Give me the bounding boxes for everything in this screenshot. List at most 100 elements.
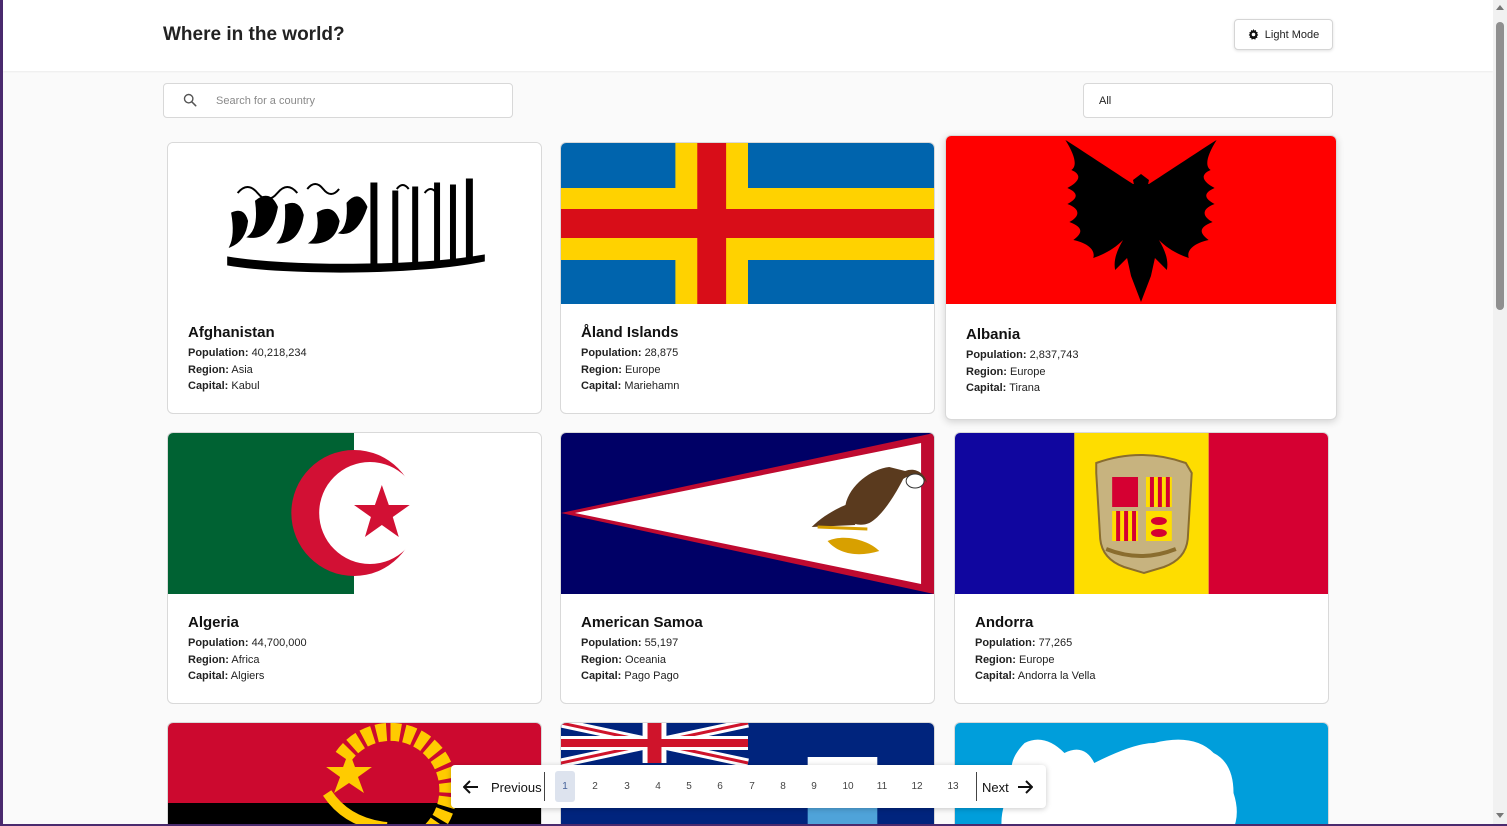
scrollbar-thumb[interactable] — [1496, 22, 1504, 310]
card-info: American Samoa Population: 55,197 Region… — [581, 614, 922, 685]
country-name: Albania — [966, 326, 1021, 343]
page-button-6[interactable]: 6 — [710, 771, 730, 802]
capital-line: Capital: Kabul — [188, 378, 529, 395]
pager-divider — [544, 772, 545, 801]
region-line: Region: Asia — [188, 362, 529, 379]
card-info: Åland Islands Population: 28,875 Region:… — [581, 324, 922, 395]
andorra-flag — [955, 433, 1328, 594]
scroll-up-arrow-icon[interactable] — [1496, 5, 1504, 10]
page-button-12[interactable]: 12 — [907, 771, 927, 802]
next-page-button[interactable]: Next — [982, 772, 1033, 802]
search-input[interactable] — [216, 84, 506, 117]
country-name: Åland Islands — [581, 324, 679, 341]
aland-islands-flag — [561, 143, 934, 304]
pagination-bar: Previous 1 2 3 4 5 6 7 8 9 10 11 12 13 N… — [451, 765, 1046, 808]
population-value: 44,700,000 — [251, 637, 307, 649]
capital-label: Capital: — [188, 670, 229, 682]
region-value: Asia — [231, 363, 253, 376]
page-button-5[interactable]: 5 — [679, 771, 699, 802]
region-label: Region: — [188, 653, 229, 666]
country-card-aland-islands[interactable]: Åland Islands Population: 28,875 Region:… — [560, 142, 935, 414]
card-info: Afghanistan Population: 40,218,234 Regio… — [188, 324, 529, 395]
region-line: Region: Europe — [975, 652, 1316, 669]
population-value: 77,265 — [1038, 637, 1073, 649]
search-icon — [183, 93, 197, 107]
region-value: Europe — [625, 363, 661, 376]
region-label: Region: — [975, 653, 1016, 666]
region-value: Europe — [1019, 653, 1055, 666]
population-label: Population: — [975, 637, 1036, 649]
region-label: Region: — [188, 363, 229, 376]
capital-line: Capital: Algiers — [188, 668, 529, 685]
country-name: Andorra — [975, 614, 1034, 631]
page-button-10[interactable]: 10 — [838, 771, 858, 802]
window-frame-left — [0, 0, 3, 826]
country-name: American Samoa — [581, 614, 703, 631]
region-line: Region: Africa — [188, 652, 529, 669]
capital-value: Algiers — [230, 670, 265, 682]
page-button-2[interactable]: 2 — [585, 771, 605, 802]
population-value: 55,197 — [644, 637, 679, 649]
region-value: Oceania — [625, 653, 666, 666]
capital-value: Tirana — [1009, 382, 1040, 394]
search-box[interactable] — [163, 83, 513, 118]
page-button-7[interactable]: 7 — [742, 771, 762, 802]
pager-divider — [976, 772, 977, 801]
theme-toggle-label: Light Mode — [1264, 28, 1320, 41]
top-header: Where in the world? Light Mode — [3, 0, 1493, 71]
capital-value: Mariehamn — [624, 380, 680, 392]
capital-label: Capital: — [188, 380, 229, 392]
country-card-american-samoa[interactable]: American Samoa Population: 55,197 Region… — [560, 432, 935, 704]
population-label: Population: — [188, 637, 249, 649]
page-button-8[interactable]: 8 — [773, 771, 793, 802]
population-label: Population: — [966, 349, 1027, 361]
region-filter-select[interactable]: All — [1083, 83, 1333, 118]
capital-label: Capital: — [966, 382, 1007, 394]
arrow-left-icon — [463, 780, 478, 794]
previous-page-button[interactable]: Previous — [463, 772, 542, 802]
page-button-11[interactable]: 11 — [872, 771, 892, 802]
region-label: Region: — [581, 363, 622, 376]
population-line: Population: 28,875 — [581, 345, 922, 362]
population-line: Population: 2,837,743 — [966, 347, 1324, 364]
capital-label: Capital: — [975, 670, 1016, 682]
capital-label: Capital: — [581, 670, 622, 682]
arrow-right-icon — [1017, 780, 1033, 794]
region-line: Region: Europe — [966, 364, 1324, 381]
capital-line: Capital: Andorra la Vella — [975, 668, 1316, 685]
page-button-13[interactable]: 13 — [943, 771, 963, 802]
population-label: Population: — [188, 347, 249, 359]
theme-toggle-button[interactable]: Light Mode — [1234, 19, 1333, 50]
population-line: Population: 77,265 — [975, 635, 1316, 652]
scroll-down-arrow-icon[interactable] — [1496, 813, 1504, 818]
region-line: Region: Europe — [581, 362, 922, 379]
app-title: Where in the world? — [163, 24, 345, 45]
region-label: Region: — [581, 653, 622, 666]
country-card-andorra[interactable]: Andorra Population: 77,265 Region: Europ… — [954, 432, 1329, 704]
country-card-afghanistan[interactable]: Afghanistan Population: 40,218,234 Regio… — [167, 142, 542, 414]
population-line: Population: 44,700,000 — [188, 635, 529, 652]
country-card-algeria[interactable]: Algeria Population: 44,700,000 Region: A… — [167, 432, 542, 704]
population-line: Population: 55,197 — [581, 635, 922, 652]
country-card-albania[interactable]: Albania Population: 2,837,743 Region: Eu… — [945, 135, 1337, 420]
capital-label: Capital: — [581, 380, 622, 392]
previous-label: Previous — [491, 779, 542, 795]
population-label: Population: — [581, 637, 642, 649]
population-value: 2,837,743 — [1029, 349, 1079, 361]
page-button-9[interactable]: 9 — [804, 771, 824, 802]
page-button-3[interactable]: 3 — [617, 771, 637, 802]
capital-value: Kabul — [231, 380, 260, 392]
page-button-4[interactable]: 4 — [648, 771, 668, 802]
population-value: 28,875 — [644, 347, 679, 359]
page-button-1[interactable]: 1 — [555, 771, 575, 802]
vertical-scrollbar[interactable] — [1493, 0, 1507, 824]
card-info: Andorra Population: 77,265 Region: Europ… — [975, 614, 1316, 685]
capital-line: Capital: Mariehamn — [581, 378, 922, 395]
card-info: Algeria Population: 44,700,000 Region: A… — [188, 614, 529, 685]
card-info: Albania Population: 2,837,743 Region: Eu… — [966, 326, 1324, 397]
gear-icon — [1248, 29, 1259, 40]
algeria-flag — [168, 433, 541, 594]
country-name: Algeria — [188, 614, 239, 631]
country-name: Afghanistan — [188, 324, 275, 341]
capital-line: Capital: Pago Pago — [581, 668, 922, 685]
